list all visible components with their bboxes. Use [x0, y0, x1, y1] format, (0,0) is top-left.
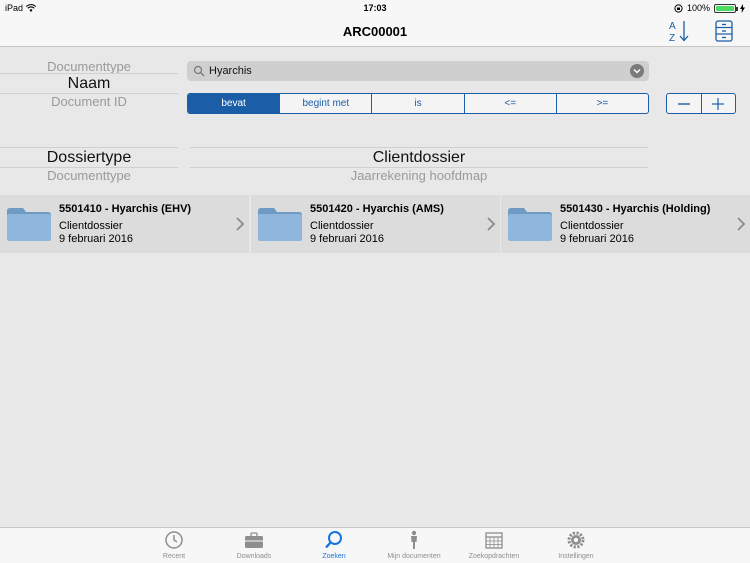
search-icon [193, 65, 205, 77]
svg-text:Z: Z [669, 33, 675, 43]
tab-bar: Recent Downloads Zoeken Mijn documenten [0, 527, 750, 563]
result-date: 9 februari 2016 [310, 233, 384, 245]
tab-label: Mijn documenten [387, 553, 441, 560]
remove-criterion-button[interactable] [667, 94, 702, 113]
chevron-right-icon [737, 217, 746, 231]
chevron-right-icon [487, 217, 496, 231]
folder-icon [7, 208, 51, 241]
calendar-icon [485, 532, 503, 549]
clock-icon [165, 531, 183, 549]
tab-label: Recent [162, 553, 186, 560]
folder-icon [508, 208, 552, 241]
result-title: 5501420 - Hyarchis (AMS) [310, 203, 444, 215]
operator-begint-met[interactable]: begint met [279, 94, 371, 113]
type-picker-option-below[interactable]: Documenttype [0, 168, 178, 183]
type-picker-selected[interactable]: Dossiertype [0, 149, 178, 167]
minus-icon [677, 102, 690, 105]
rotation-lock-icon [674, 3, 683, 13]
operator-gte[interactable]: >= [555, 94, 648, 113]
battery-percent: 100% [686, 3, 710, 13]
navigation-bar: ARC00001 A Z [0, 16, 750, 47]
result-card[interactable]: 5501430 - Hyarchis (Holding) Clientdossi… [501, 195, 750, 253]
picker-divider [0, 73, 178, 74]
operator-bevat[interactable]: bevat [188, 94, 280, 113]
operator-segmented-control: bevat begint met is <= >= [187, 93, 649, 114]
add-criterion-button[interactable] [702, 94, 736, 113]
result-card[interactable]: 5501410 - Hyarchis (EHV) Clientdossier 9… [0, 195, 249, 253]
tab-instellingen[interactable]: Instellingen [536, 528, 616, 563]
search-icon [325, 531, 342, 549]
tab-label: Instellingen [558, 553, 594, 560]
plus-icon [712, 97, 725, 110]
dropdown-button[interactable] [630, 64, 644, 78]
result-type: Clientdossier [59, 220, 123, 232]
search-results: 5501410 - Hyarchis (EHV) Clientdossier 9… [0, 195, 750, 253]
tab-label: Zoeken [322, 553, 346, 560]
criteria-stepper [666, 93, 736, 114]
status-bar: iPad 17:03 100% [0, 0, 750, 16]
folder-icon [258, 208, 302, 241]
picker-divider [190, 147, 648, 148]
tab-zoeken[interactable]: Zoeken [294, 528, 374, 563]
charging-icon [740, 3, 745, 13]
file-cabinet-icon [715, 20, 733, 42]
result-date: 9 februari 2016 [59, 233, 133, 245]
chevron-right-icon [236, 217, 245, 231]
type-picker[interactable]: Dossiertype Documenttype [0, 144, 178, 184]
tab-zoekopdrachten[interactable]: Zoekopdrachten [454, 528, 534, 563]
result-title: 5501410 - Hyarchis (EHV) [59, 203, 192, 215]
result-card[interactable]: 5501420 - Hyarchis (AMS) Clientdossier 9… [251, 195, 500, 253]
svg-text:A: A [669, 21, 676, 32]
battery-icon [714, 3, 738, 13]
status-right: 100% [674, 3, 745, 13]
gear-icon [567, 531, 585, 549]
picker-option-below[interactable]: Document ID [0, 94, 178, 109]
tab-mijn-documenten[interactable]: Mijn documenten [374, 528, 454, 563]
dossier-type-picker[interactable]: Clientdossier Jaarrekening hoofdmap [190, 144, 648, 184]
search-field[interactable]: Hyarchis [187, 61, 649, 81]
page-title: ARC00001 [342, 24, 408, 39]
clock: 17:03 [363, 3, 387, 13]
result-date: 9 februari 2016 [560, 233, 634, 245]
briefcase-icon [245, 532, 263, 548]
dossier-picker-selected[interactable]: Clientdossier [190, 149, 648, 167]
sort-az-icon: A Z [669, 21, 689, 44]
tab-recent[interactable]: Recent [134, 528, 214, 563]
result-type: Clientdossier [560, 220, 624, 232]
picker-selected[interactable]: Naam [0, 75, 178, 93]
result-type: Clientdossier [310, 220, 374, 232]
field-picker[interactable]: Documenttype Naam Document ID [0, 58, 178, 112]
dossier-picker-option-below[interactable]: Jaarrekening hoofdmap [190, 168, 648, 183]
result-title: 5501430 - Hyarchis (Holding) [560, 203, 711, 215]
tab-label: Zoekopdrachten [468, 553, 520, 560]
tab-label: Downloads [236, 553, 272, 560]
person-icon [411, 530, 417, 549]
search-input-value[interactable]: Hyarchis [209, 65, 252, 77]
picker-divider [0, 147, 178, 148]
operator-lte[interactable]: <= [463, 94, 556, 113]
sort-az-button[interactable]: A Z [667, 19, 693, 44]
chevron-down-icon [633, 69, 641, 74]
file-cabinet-button[interactable] [712, 19, 736, 43]
operator-is[interactable]: is [371, 94, 463, 113]
tab-downloads[interactable]: Downloads [214, 528, 294, 563]
picker-option-above[interactable]: Documenttype [0, 59, 178, 74]
